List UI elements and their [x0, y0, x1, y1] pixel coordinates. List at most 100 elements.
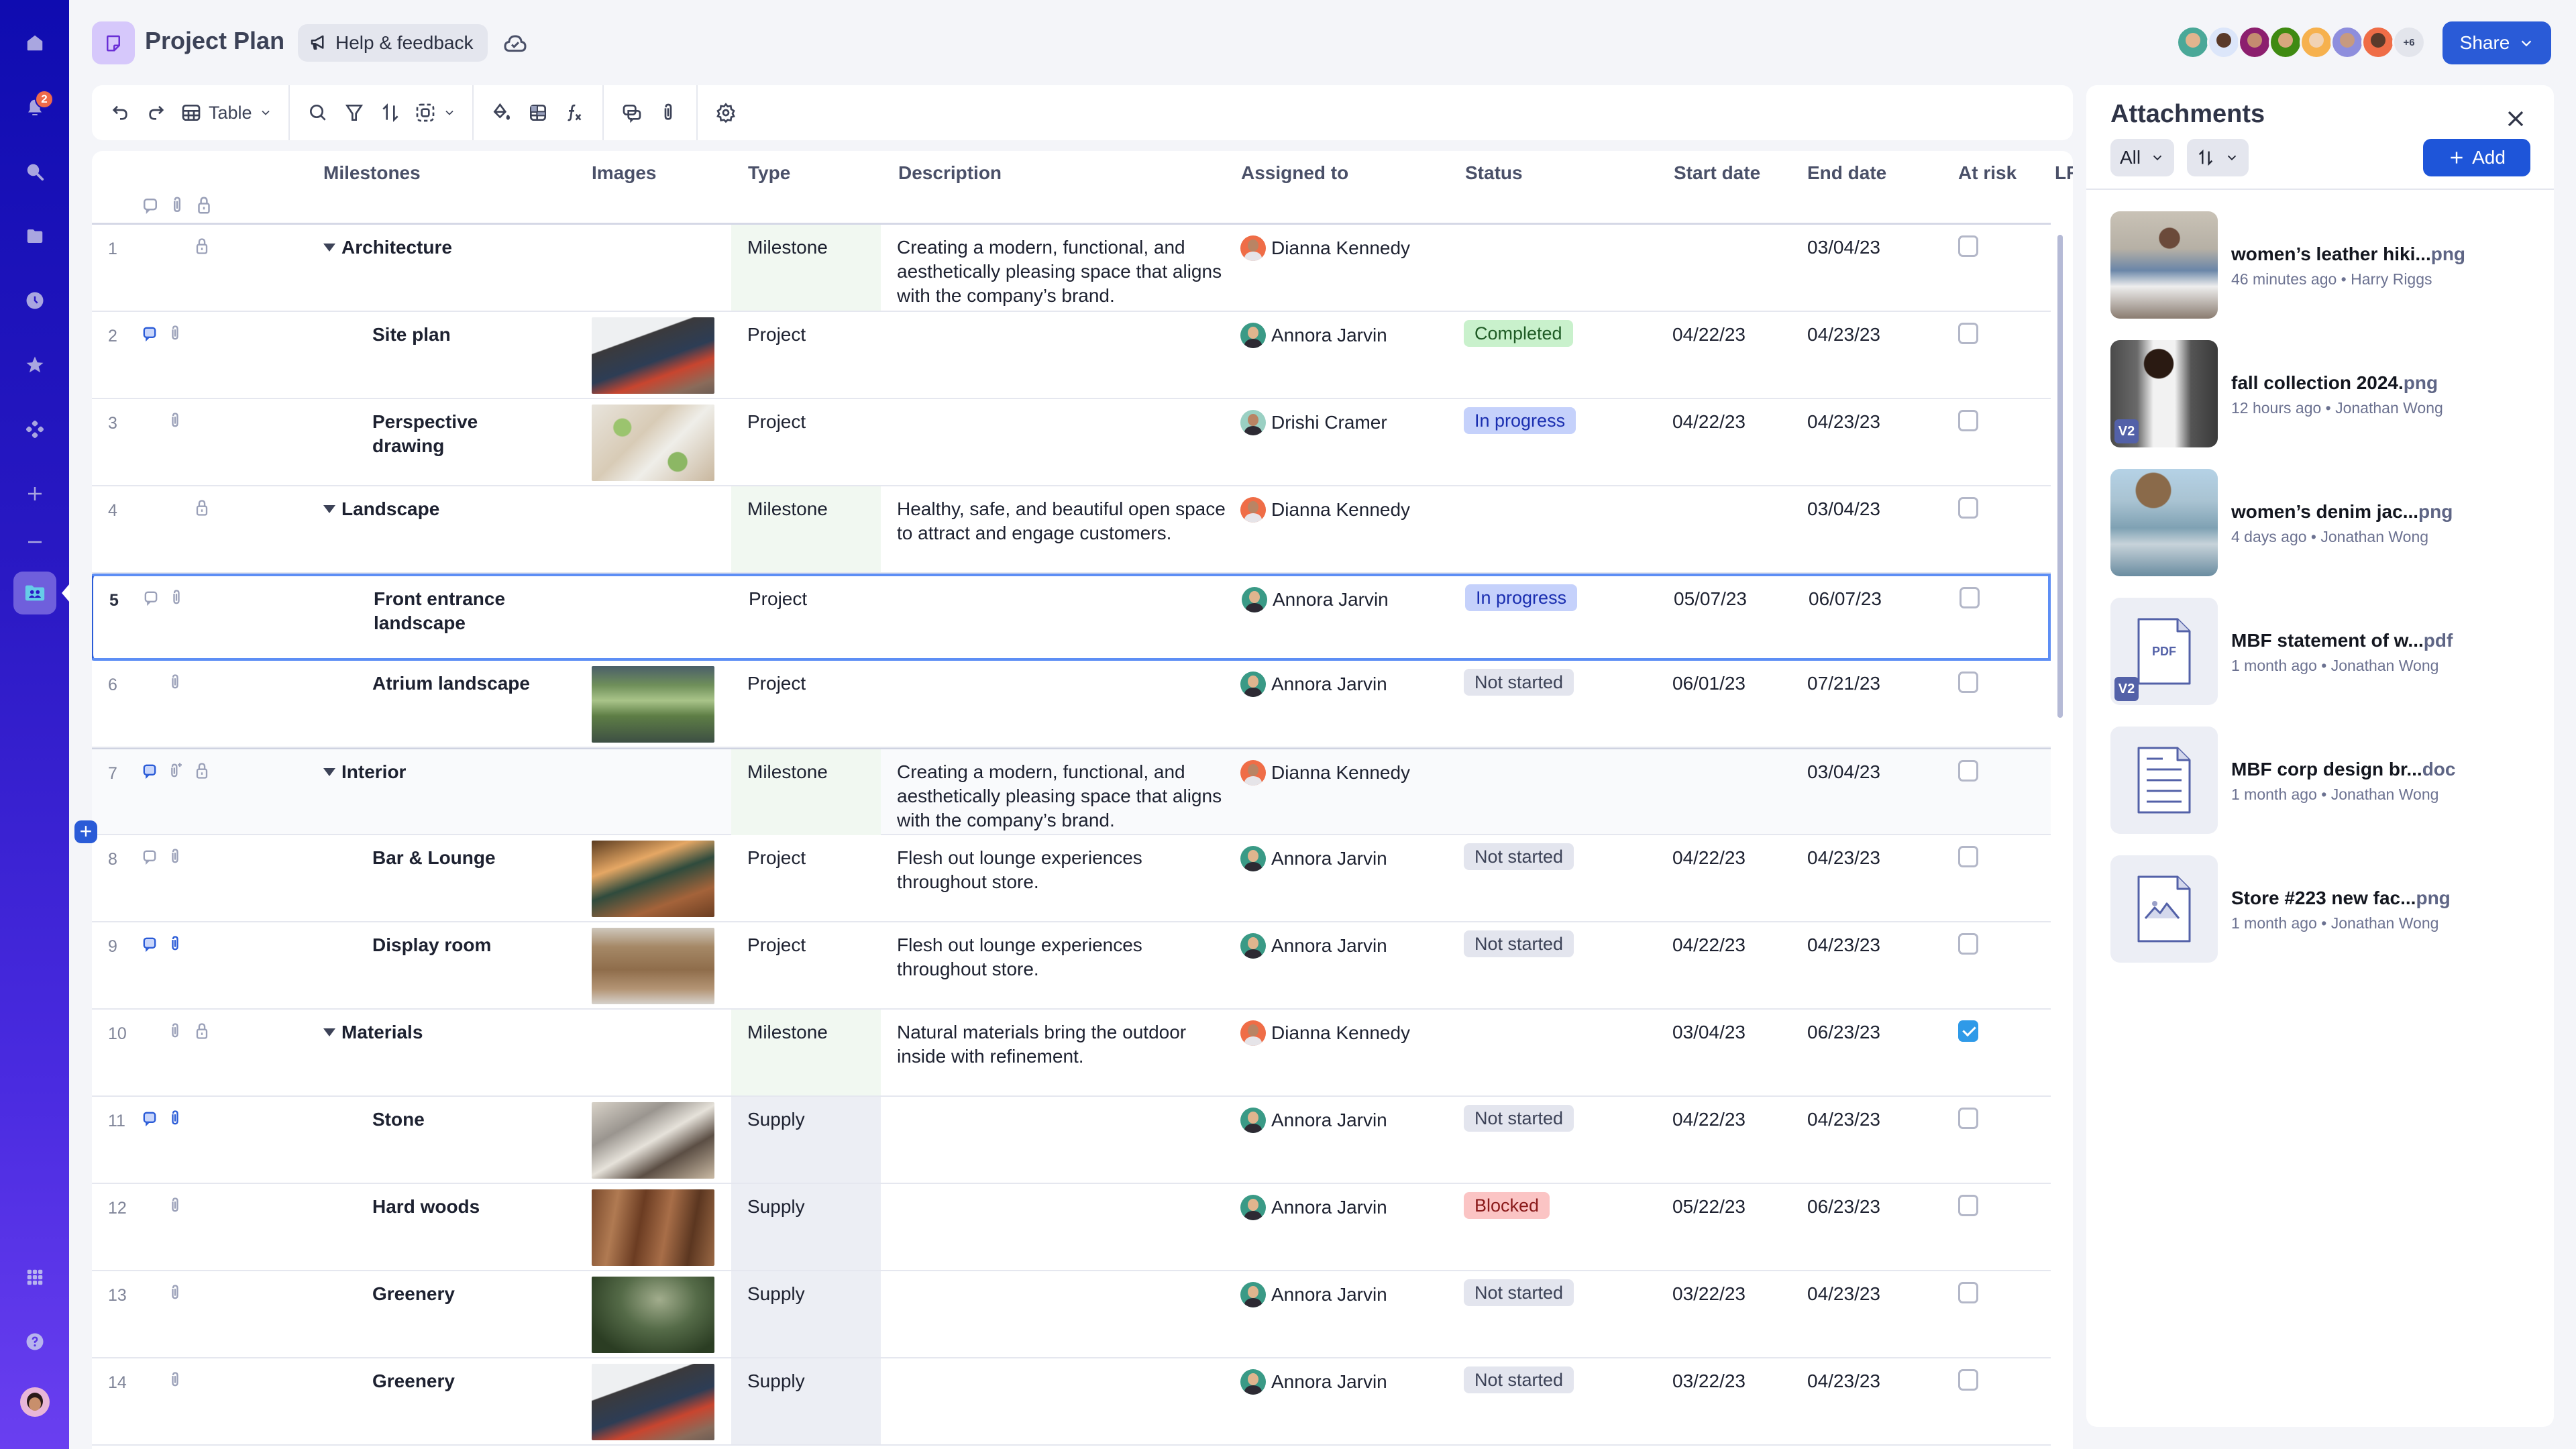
attachment-thumbnail[interactable]: V2: [2110, 340, 2218, 447]
at-risk-checkbox[interactable]: [1958, 323, 1978, 344]
row-number[interactable]: 1: [108, 237, 117, 261]
assigned-to-cell[interactable]: Dianna Kennedy: [1240, 497, 1410, 523]
sort-dropdown[interactable]: [2187, 139, 2249, 176]
description-cell[interactable]: Natural materials bring the outdoor insi…: [897, 1020, 1232, 1069]
status-badge[interactable]: Not started: [1464, 930, 1574, 957]
status-badge[interactable]: Blocked: [1464, 1192, 1550, 1219]
attachment-name[interactable]: Store #223 new fac...png: [2231, 888, 2451, 909]
assigned-to-cell[interactable]: Annora Jarvin: [1240, 1282, 1387, 1307]
paperclip-icon[interactable]: [166, 1196, 184, 1216]
collaborator-avatars[interactable]: +6: [2176, 25, 2426, 59]
attachment-name[interactable]: MBF statement of w...pdf: [2231, 630, 2453, 651]
table-row[interactable]: 7 Interior Milestone Creating a modern, fun…: [92, 748, 2051, 835]
milestone-name[interactable]: Architecture: [321, 235, 452, 260]
image-thumbnail[interactable]: [592, 405, 714, 481]
sort-button[interactable]: [374, 94, 407, 131]
description-cell[interactable]: Flesh out lounge experiences throughout …: [897, 846, 1232, 894]
type-cell[interactable]: Milestone: [747, 1020, 828, 1044]
table-row[interactable]: 14 Greenery Supply Annora Jarvin Not started…: [92, 1358, 2051, 1446]
formula-button[interactable]: [558, 94, 590, 131]
attachment-item[interactable]: women’s denim jac...png 4 days ago • Jona…: [2110, 469, 2540, 576]
more-collaborators[interactable]: +6: [2392, 25, 2426, 59]
start-date-cell[interactable]: 03/22/23: [1672, 1369, 1746, 1393]
fill-color-button[interactable]: [486, 94, 518, 131]
user-avatar[interactable]: [20, 1387, 50, 1417]
search-icon[interactable]: [17, 154, 52, 189]
assigned-to-cell[interactable]: Dianna Kennedy: [1240, 235, 1410, 261]
comment-icon[interactable]: [140, 324, 159, 344]
row-number[interactable]: 9: [108, 934, 117, 959]
image-thumbnail[interactable]: [592, 1364, 714, 1440]
row-number[interactable]: 13: [108, 1283, 127, 1307]
lock-icon[interactable]: [193, 237, 211, 257]
end-date-cell[interactable]: 04/23/23: [1807, 1108, 1880, 1132]
assigned-to-cell[interactable]: Annora Jarvin: [1240, 1195, 1387, 1220]
assigned-to-cell[interactable]: Annora Jarvin: [1240, 846, 1387, 871]
type-cell[interactable]: Project: [747, 323, 806, 347]
assigned-to-cell[interactable]: Annora Jarvin: [1240, 1369, 1387, 1395]
start-date-cell[interactable]: 05/07/23: [1674, 587, 1747, 611]
star-icon[interactable]: [17, 347, 52, 382]
milestone-name[interactable]: Landscape: [321, 497, 439, 521]
table-row[interactable]: 8 Bar & Lounge Project Flesh out lounge exp…: [92, 835, 2051, 922]
milestone-name[interactable]: Materials: [321, 1020, 423, 1044]
row-number[interactable]: 2: [108, 324, 117, 348]
row-number[interactable]: 10: [108, 1022, 127, 1046]
image-thumbnail[interactable]: [592, 841, 714, 917]
group-button[interactable]: [411, 94, 460, 131]
view-switcher[interactable]: Table: [176, 94, 276, 131]
attachment-item[interactable]: V2 fall collection 2024.png 12 hours ago •…: [2110, 340, 2540, 447]
vertical-scrollbar[interactable]: [2057, 235, 2063, 718]
paperclip-icon[interactable]: [166, 1371, 184, 1391]
row-number[interactable]: 12: [108, 1196, 127, 1220]
collaborator-avatar[interactable]: [2207, 25, 2241, 59]
type-cell[interactable]: Project: [747, 672, 806, 696]
grid-icon[interactable]: [17, 1260, 52, 1295]
apps-diamond-icon[interactable]: [17, 412, 52, 447]
redo-button[interactable]: [140, 94, 172, 131]
description-cell[interactable]: Creating a modern, functional, and aesth…: [897, 235, 1232, 308]
at-risk-checkbox[interactable]: [1958, 1108, 1978, 1129]
assigned-to-cell[interactable]: Annora Jarvin: [1240, 323, 1387, 348]
attachments-button[interactable]: [652, 94, 684, 131]
end-date-cell[interactable]: 06/07/23: [1809, 587, 1882, 611]
type-cell[interactable]: Project: [747, 933, 806, 957]
start-date-cell[interactable]: 03/04/23: [1672, 1020, 1746, 1044]
attachment-item[interactable]: Store #223 new fac...png 1 month ago • Jo…: [2110, 855, 2540, 963]
status-badge[interactable]: In progress: [1465, 584, 1578, 611]
column-header-end-date[interactable]: End date: [1807, 162, 1886, 184]
help-feedback-button[interactable]: Help & feedback: [298, 24, 488, 62]
column-header-milestones[interactable]: Milestones: [323, 162, 421, 184]
row-number[interactable]: 8: [108, 847, 117, 871]
end-date-cell[interactable]: 04/23/23: [1807, 323, 1880, 347]
type-cell[interactable]: Supply: [747, 1195, 805, 1219]
paperclip-icon[interactable]: [166, 847, 184, 867]
row-number[interactable]: 11: [108, 1109, 125, 1133]
start-date-cell[interactable]: 04/22/23: [1672, 1108, 1746, 1132]
attachment-name[interactable]: fall collection 2024.png: [2231, 372, 2438, 394]
at-risk-checkbox[interactable]: [1958, 497, 1978, 519]
cell-format-button[interactable]: [522, 94, 554, 131]
folder-icon[interactable]: [17, 219, 52, 254]
at-risk-checkbox[interactable]: [1958, 235, 1978, 257]
end-date-cell[interactable]: 03/04/23: [1807, 497, 1880, 521]
paperclip-icon[interactable]: [166, 673, 184, 693]
comment-icon[interactable]: [140, 761, 159, 782]
end-date-cell[interactable]: 04/23/23: [1807, 1369, 1880, 1393]
clock-icon[interactable]: [17, 283, 52, 318]
task-name[interactable]: Stone: [372, 1108, 547, 1132]
assigned-to-cell[interactable]: Annora Jarvin: [1240, 1108, 1387, 1133]
filter-button[interactable]: [338, 94, 370, 131]
column-header-type[interactable]: Type: [748, 162, 790, 184]
table-row[interactable]: 11 Stone Supply Annora Jarvin Not started 04/…: [92, 1097, 2051, 1184]
status-badge[interactable]: In progress: [1464, 407, 1576, 434]
end-date-cell[interactable]: 04/23/23: [1807, 1282, 1880, 1306]
collaborator-avatar[interactable]: [2330, 25, 2364, 59]
row-number[interactable]: 3: [108, 411, 117, 435]
paperclip-icon[interactable]: [166, 1283, 184, 1303]
task-name[interactable]: Hard woods: [372, 1195, 547, 1219]
end-date-cell[interactable]: 04/23/23: [1807, 933, 1880, 957]
share-button[interactable]: Share: [2443, 21, 2551, 64]
at-risk-checkbox[interactable]: [1958, 1369, 1978, 1391]
table-row[interactable]: 13 Greenery Supply Annora Jarvin Not started…: [92, 1271, 2051, 1358]
